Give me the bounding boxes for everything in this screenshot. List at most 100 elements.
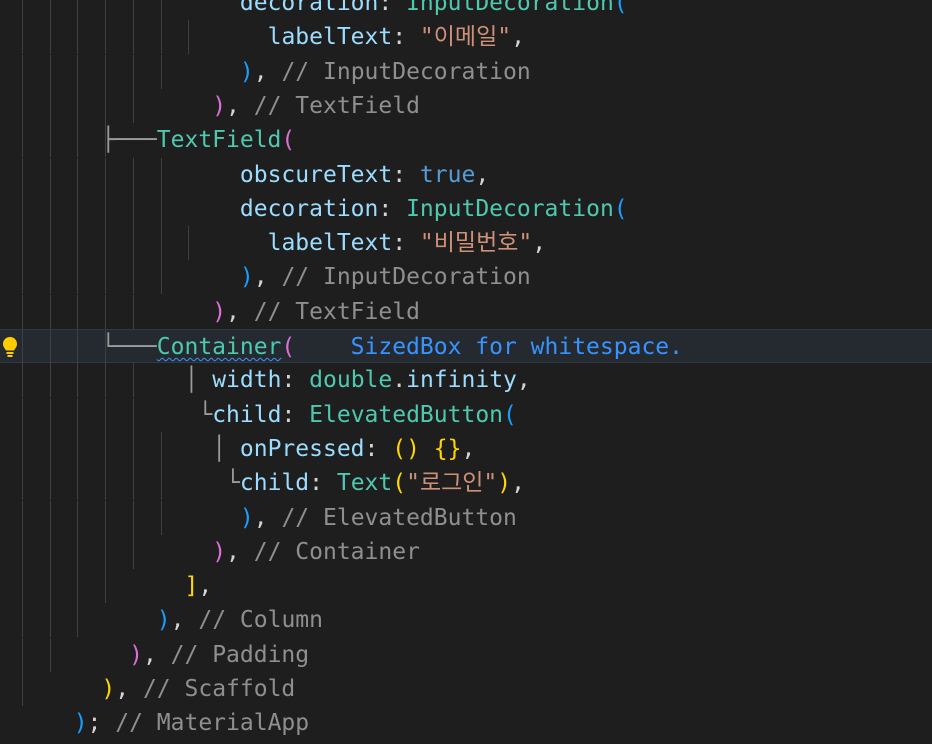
indent-guide bbox=[49, 534, 51, 569]
code-line[interactable]: ), // TextField bbox=[0, 294, 932, 329]
indent-guide bbox=[49, 20, 51, 55]
code-line[interactable]: obscureText: true, bbox=[0, 157, 932, 192]
code-token: : bbox=[392, 161, 420, 188]
indent-guide bbox=[105, 54, 107, 89]
code-line[interactable]: │ width: double.infinity, bbox=[0, 363, 932, 398]
code-token: // ElevatedButton bbox=[281, 504, 517, 531]
code-token: ( bbox=[281, 334, 296, 360]
indent-guide bbox=[49, 54, 51, 89]
indent-guide bbox=[132, 157, 134, 192]
tree-connector: │ bbox=[212, 435, 240, 462]
code-token: , bbox=[253, 264, 282, 291]
indent-guide bbox=[77, 569, 79, 604]
indent-guide bbox=[22, 226, 23, 261]
code-text: ), // InputDecoration bbox=[240, 55, 531, 89]
indent-guide bbox=[22, 191, 23, 226]
code-line[interactable]: labelText: "비밀번호", bbox=[0, 226, 932, 261]
code-token: . bbox=[392, 367, 407, 394]
code-token: ) bbox=[212, 92, 227, 119]
code-line[interactable]: ), // Container bbox=[0, 534, 932, 569]
lightbulb-icon[interactable] bbox=[0, 330, 20, 364]
indent-guide bbox=[160, 431, 162, 466]
indent-guide bbox=[105, 0, 107, 20]
code-token: InputDecoration bbox=[406, 195, 614, 222]
code-line[interactable]: ), // TextField bbox=[0, 88, 932, 123]
code-text: └───Container( SizedBox for whitespace. bbox=[101, 330, 683, 364]
code-token: SizedBox for whitespace. bbox=[350, 334, 683, 360]
code-line[interactable]: ), // InputDecoration bbox=[0, 54, 932, 89]
indent-guide bbox=[49, 260, 51, 295]
indent-guide bbox=[22, 603, 23, 638]
code-token: ; bbox=[87, 710, 116, 737]
code-line[interactable]: ), // Scaffold bbox=[0, 672, 932, 706]
code-line[interactable]: ), // ElevatedButton bbox=[0, 500, 932, 535]
code-token: ) bbox=[212, 538, 227, 565]
code-line[interactable]: ), // Column bbox=[0, 603, 932, 638]
code-token: , bbox=[226, 538, 254, 565]
code-line[interactable]: ), // InputDecoration bbox=[0, 260, 932, 295]
code-token: // Container bbox=[253, 538, 420, 565]
code-text: ), // TextField bbox=[212, 295, 420, 329]
indent-guide bbox=[22, 294, 23, 329]
indent-guide bbox=[49, 603, 51, 638]
indent-guide bbox=[132, 431, 134, 466]
indent-guide bbox=[22, 672, 23, 706]
code-text: │ onPressed: () {}, bbox=[212, 432, 475, 466]
indent-guide bbox=[105, 157, 107, 192]
code-line[interactable]: ), // Padding bbox=[0, 637, 932, 672]
code-text: labelText: "비밀번호", bbox=[268, 226, 547, 260]
indent-guide bbox=[105, 20, 107, 55]
indent-guide bbox=[49, 123, 51, 158]
code-token: double bbox=[309, 367, 393, 394]
tree-connector: └─── bbox=[101, 334, 157, 360]
indent-guide bbox=[77, 294, 79, 329]
indent-guide bbox=[77, 157, 79, 192]
code-line[interactable]: ); // MaterialApp bbox=[0, 706, 932, 740]
code-token: // TextField bbox=[253, 92, 420, 119]
indent-guide bbox=[160, 157, 162, 192]
code-token: ) bbox=[239, 264, 254, 291]
indent-guide bbox=[49, 500, 51, 535]
indent-guide bbox=[49, 569, 51, 604]
code-token: child bbox=[212, 401, 282, 428]
indent-guide bbox=[77, 397, 79, 432]
code-line[interactable]: decoration: InputDecoration( bbox=[0, 191, 932, 226]
indent-guide bbox=[22, 637, 23, 672]
tree-connector: ├─── bbox=[101, 127, 157, 154]
code-line[interactable]: labelText: "이메일", bbox=[0, 20, 932, 55]
code-text: ], bbox=[185, 569, 213, 603]
indent-guide bbox=[132, 294, 134, 329]
indent-guide bbox=[105, 534, 107, 569]
indent-guide bbox=[160, 260, 162, 295]
code-token: ] bbox=[184, 573, 199, 600]
code-line[interactable]: ├───TextField( bbox=[0, 123, 932, 158]
tree-connector: └ bbox=[226, 470, 240, 497]
code-text: ), // ElevatedButton bbox=[240, 501, 517, 535]
indent-guide bbox=[77, 500, 79, 535]
code-editor[interactable]: decoration: InputDecoration(labelText: "… bbox=[0, 0, 932, 744]
code-token: ) bbox=[101, 676, 116, 702]
indent-guide bbox=[132, 466, 134, 501]
indent-guide bbox=[22, 534, 23, 569]
code-line[interactable]: decoration: InputDecoration( bbox=[0, 0, 932, 20]
code-token: decoration bbox=[239, 0, 379, 16]
code-token: , bbox=[516, 367, 531, 394]
code-token: : bbox=[378, 0, 407, 16]
indent-guide bbox=[49, 363, 51, 398]
code-line[interactable]: │ onPressed: () {}, bbox=[0, 431, 932, 466]
code-line[interactable]: ], bbox=[0, 569, 932, 604]
indent-guide bbox=[22, 500, 23, 535]
code-line[interactable]: └child: ElevatedButton( bbox=[0, 397, 932, 432]
code-token: // MaterialApp bbox=[115, 710, 310, 737]
code-token: , bbox=[142, 641, 171, 668]
code-line[interactable]: └child: Text("로그인"), bbox=[0, 466, 932, 501]
indent-guide bbox=[49, 466, 51, 501]
code-line[interactable]: └───Container( SizedBox for whitespace. bbox=[0, 329, 932, 364]
indent-guide bbox=[77, 603, 79, 638]
indent-guide bbox=[49, 330, 51, 364]
code-token: onPressed bbox=[239, 435, 365, 462]
indent-guide bbox=[49, 226, 51, 261]
indent-guide bbox=[22, 363, 23, 398]
indent-guide bbox=[77, 123, 79, 158]
indent-guide bbox=[132, 260, 134, 295]
